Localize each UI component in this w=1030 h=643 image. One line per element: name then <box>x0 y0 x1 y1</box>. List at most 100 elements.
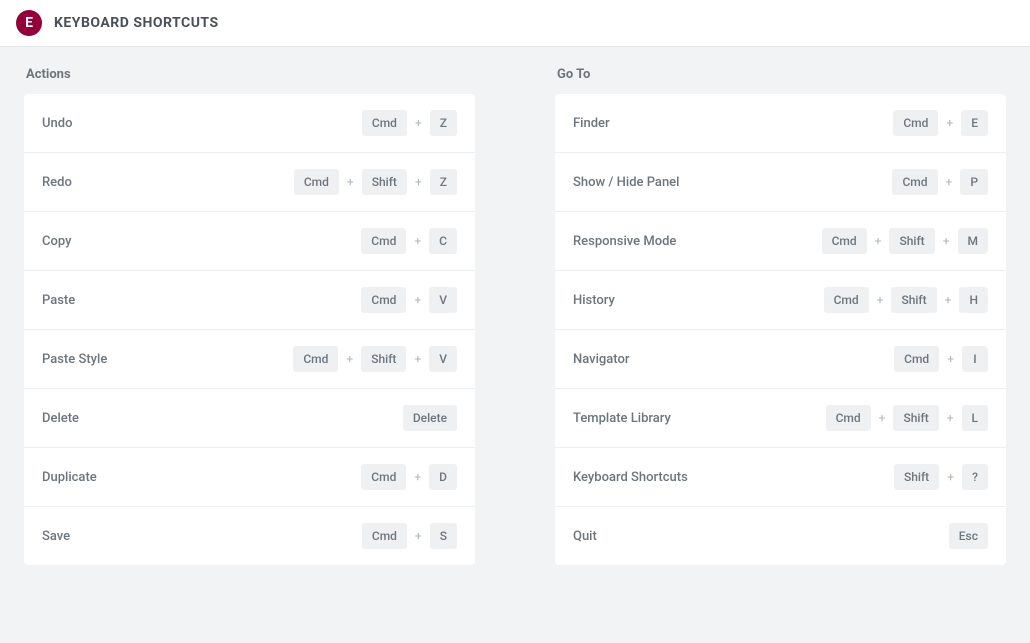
key-badge: Esc <box>949 523 988 549</box>
key-badge: ? <box>962 464 988 490</box>
key-badge: Cmd <box>362 110 407 136</box>
key-separator: + <box>877 293 884 307</box>
key-separator: + <box>946 116 953 130</box>
key-badge: Shift <box>889 228 934 254</box>
app-logo-icon: E <box>16 10 42 36</box>
key-separator: + <box>415 116 422 130</box>
shortcut-keys: Shift +? <box>894 464 988 490</box>
shortcut-row: Undo Cmd + Z <box>24 94 475 153</box>
shortcut-label: Paste <box>42 293 75 308</box>
key-separator: + <box>347 175 354 189</box>
key-separator: + <box>875 234 882 248</box>
key-badge: D <box>429 464 457 490</box>
key-badge: Delete <box>403 405 457 431</box>
key-badge: Shift <box>894 464 939 490</box>
shortcut-keys: Cmd+Shift+L <box>826 405 988 431</box>
shortcut-label: Navigator <box>573 352 629 367</box>
shortcut-keys: Cmd + C <box>361 228 457 254</box>
shortcut-row: Delete Delete <box>24 389 475 448</box>
key-separator: + <box>945 293 952 307</box>
actions-column: Actions UndoCmd+ZRedoCmd+Shift+ZCopyCmd+… <box>24 67 515 565</box>
key-separator: + <box>947 411 954 425</box>
shortcut-label: Paste Style <box>42 352 107 367</box>
shortcut-row: Keyboard Shortcuts Shift +? <box>555 448 1006 507</box>
key-separator: + <box>415 529 422 543</box>
shortcut-row: NavigatorCmd+I <box>555 330 1006 389</box>
dialog-header: E KEYBOARD SHORTCUTS <box>0 0 1030 47</box>
goto-panel: Finder Cmd + E Show / Hide Panel Cmd + P Respons… <box>555 94 1006 565</box>
key-badge: Cmd <box>893 110 938 136</box>
key-separator: + <box>943 234 950 248</box>
dialog-title: KEYBOARD SHORTCUTS <box>54 15 219 31</box>
goto-section-title: Go To <box>555 67 1006 82</box>
key-badge: S <box>430 523 457 549</box>
key-badge: Shift <box>362 169 407 195</box>
key-badge: Z <box>430 169 457 195</box>
shortcut-row: Finder Cmd + E <box>555 94 1006 153</box>
key-badge: Cmd <box>892 169 937 195</box>
key-badge: M <box>958 228 989 254</box>
key-badge: Shift <box>893 405 938 431</box>
key-badge: Cmd <box>361 287 406 313</box>
actions-section-title: Actions <box>24 67 475 82</box>
key-separator: + <box>946 175 953 189</box>
shortcut-label: Delete <box>42 411 79 426</box>
key-badge: Cmd <box>824 287 869 313</box>
key-separator: + <box>346 352 353 366</box>
shortcut-row: Template LibraryCmd+Shift+L <box>555 389 1006 448</box>
key-badge: I <box>962 346 988 372</box>
shortcut-keys: Cmd+Shift+H <box>824 287 988 313</box>
logo-letter: E <box>25 15 33 31</box>
key-badge: Z <box>430 110 457 136</box>
shortcut-label: Duplicate <box>42 470 97 485</box>
key-badge: Shift <box>361 346 406 372</box>
key-badge: Cmd <box>826 405 871 431</box>
shortcut-row: SaveCmd+S <box>24 507 475 565</box>
shortcut-label: Show / Hide Panel <box>573 175 679 190</box>
key-separator: + <box>414 352 421 366</box>
goto-column: Go To Finder Cmd + E Show / Hide Panel Cmd + P R… <box>515 67 1006 565</box>
shortcut-row: Show / Hide Panel Cmd + P <box>555 153 1006 212</box>
key-badge: Shift <box>891 287 936 313</box>
shortcut-keys: Cmd + E <box>893 110 988 136</box>
key-badge: Cmd <box>361 228 406 254</box>
key-badge: Cmd <box>362 523 407 549</box>
key-badge: Cmd <box>293 346 338 372</box>
key-separator: + <box>414 234 421 248</box>
shortcut-row: HistoryCmd+Shift+H <box>555 271 1006 330</box>
shortcut-label: Quit <box>573 529 597 544</box>
shortcut-row: RedoCmd+Shift+Z <box>24 153 475 212</box>
shortcut-keys: Cmd + P <box>892 169 988 195</box>
shortcut-keys: Cmd + S <box>362 523 457 549</box>
key-separator: + <box>414 293 421 307</box>
key-separator: + <box>414 470 421 484</box>
key-separator: + <box>947 470 954 484</box>
key-badge: C <box>429 228 457 254</box>
key-badge: Cmd <box>294 169 339 195</box>
shortcut-row: Paste Style Cmd + Shift + V <box>24 330 475 389</box>
shortcut-keys: Cmd + Shift + M <box>822 228 988 254</box>
shortcut-label: Template Library <box>573 411 671 426</box>
actions-panel: UndoCmd+ZRedoCmd+Shift+ZCopyCmd+CPasteCm… <box>24 94 475 565</box>
key-badge: E <box>961 110 988 136</box>
shortcut-keys: Cmd + Z <box>362 110 457 136</box>
shortcut-row: Duplicate Cmd + D <box>24 448 475 507</box>
shortcut-label: Copy <box>42 234 71 249</box>
key-badge: V <box>429 346 457 372</box>
shortcut-label: Keyboard Shortcuts <box>573 470 688 485</box>
key-badge: V <box>429 287 457 313</box>
shortcut-label: Finder <box>573 116 610 131</box>
shortcut-label: History <box>573 293 615 308</box>
shortcut-label: Responsive Mode <box>573 234 676 249</box>
key-badge: P <box>960 169 988 195</box>
shortcut-row: Paste Cmd + V <box>24 271 475 330</box>
shortcut-keys: Cmd + D <box>361 464 457 490</box>
key-separator: + <box>415 175 422 189</box>
key-separator: + <box>879 411 886 425</box>
shortcut-keys: Cmd + Shift + V <box>293 346 457 372</box>
shortcut-row: Quit Esc <box>555 507 1006 565</box>
key-badge: Cmd <box>361 464 406 490</box>
shortcut-row: Copy Cmd + C <box>24 212 475 271</box>
key-badge: Cmd <box>822 228 867 254</box>
shortcut-label: Undo <box>42 116 72 131</box>
